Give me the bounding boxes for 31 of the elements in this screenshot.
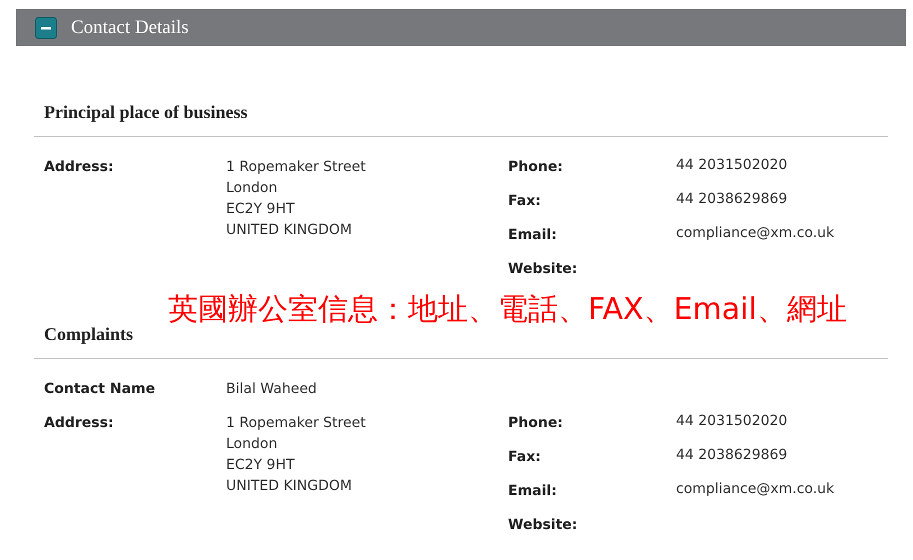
field-label: Website:	[508, 516, 578, 535]
field-label: Address:	[44, 158, 115, 177]
address-line: UNITED KINGDOM	[226, 221, 353, 240]
address-line: EC2Y 9HT	[226, 456, 296, 475]
field-value: 44 2031502020	[676, 157, 788, 175]
field-label: Website:	[508, 260, 578, 279]
panel-title: Contact Details	[71, 16, 189, 38]
field-label: Phone:	[508, 414, 564, 433]
address-line: 1 Ropemaker Street	[226, 414, 367, 433]
address-line: London	[226, 179, 278, 198]
field-value: compliance@xm.co.uk	[676, 225, 834, 243]
field-label: Email:	[508, 226, 558, 245]
field-label: Address:	[44, 414, 115, 433]
address-line: London	[226, 435, 278, 454]
section-heading: Principal place of business	[34, 100, 888, 137]
field-label: Phone:	[508, 158, 564, 177]
field-value: 44 2038629869	[676, 447, 788, 465]
field-value: compliance@xm.co.uk	[676, 481, 834, 499]
field-value: Bilal Waheed	[226, 380, 318, 399]
panel-header[interactable]: Contact Details	[16, 9, 906, 46]
field-label: Contact Name	[44, 380, 156, 399]
field-label: Fax:	[508, 448, 542, 467]
section-heading: Complaints	[34, 322, 888, 359]
field-value: 44 2031502020	[676, 413, 788, 431]
address-line: EC2Y 9HT	[226, 200, 296, 219]
address-line: 1 Ropemaker Street	[226, 158, 367, 177]
collapse-icon[interactable]	[35, 16, 57, 38]
address-line: UNITED KINGDOM	[226, 477, 353, 496]
field-label: Email:	[508, 482, 558, 501]
field-value: 44 2038629869	[676, 191, 788, 209]
field-label: Fax:	[508, 192, 542, 211]
